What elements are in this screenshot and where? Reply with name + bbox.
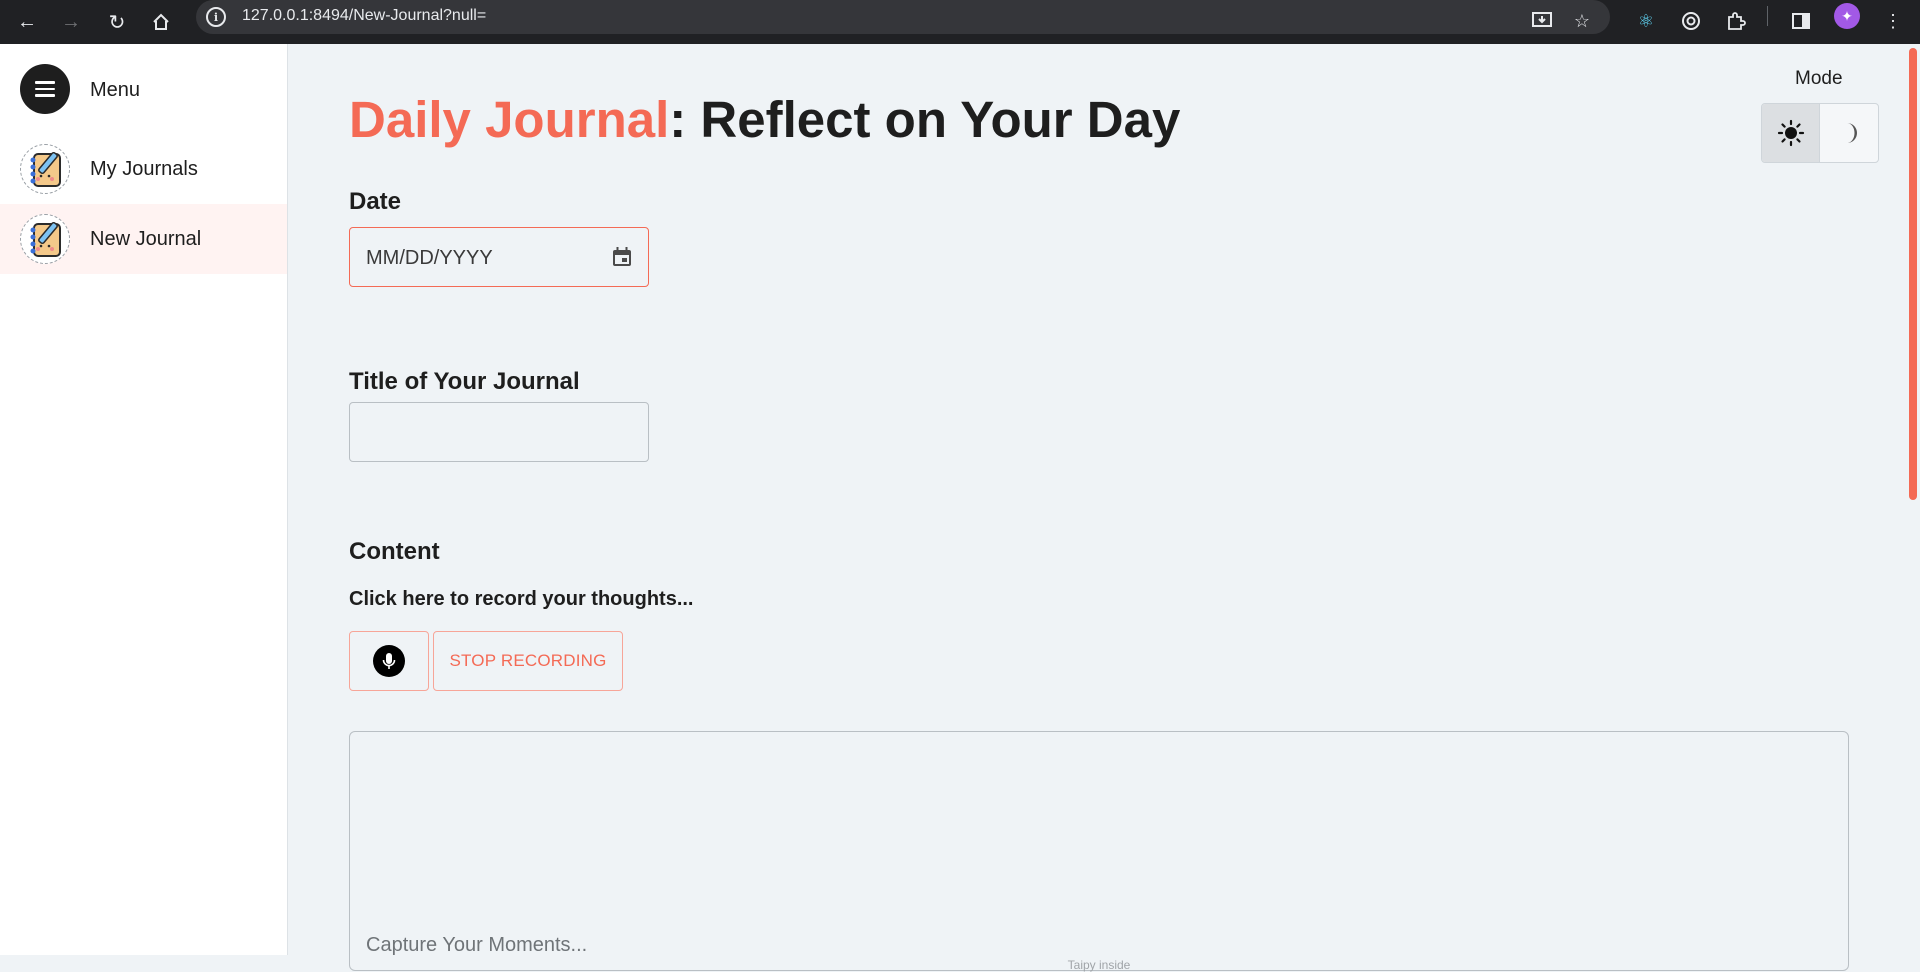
reload-icon[interactable]: ↻ bbox=[102, 7, 132, 37]
install-app-icon[interactable] bbox=[1528, 7, 1556, 35]
sidebar-item-new-journal[interactable]: New Journal bbox=[0, 204, 287, 274]
stop-recording-button[interactable]: STOP RECORDING bbox=[433, 631, 623, 691]
theme-mode-toggle[interactable] bbox=[1761, 103, 1879, 163]
site-info-icon[interactable]: i bbox=[206, 7, 226, 27]
main-content: Daily Journal: Reflect on Your Day Mode … bbox=[289, 44, 1906, 972]
date-placeholder: MM/DD/YYYY bbox=[366, 247, 493, 269]
mode-label: Mode bbox=[1795, 68, 1843, 89]
content-placeholder: Capture Your Moments... bbox=[366, 934, 588, 956]
journal-icon bbox=[20, 144, 70, 194]
extension-circle-icon[interactable] bbox=[1677, 7, 1705, 35]
record-hint-text[interactable]: Click here to record your thoughts... bbox=[349, 588, 694, 611]
address-bar[interactable]: i 127.0.0.1:8494/New-Journal?null= bbox=[196, 0, 1610, 34]
journal-icon bbox=[20, 214, 70, 264]
record-button[interactable] bbox=[349, 631, 429, 691]
scrollbar-thumb[interactable] bbox=[1909, 48, 1917, 500]
sidebar-menu-row[interactable]: Menu bbox=[0, 44, 287, 134]
journal-title-label: Title of Your Journal bbox=[349, 368, 580, 395]
sun-icon bbox=[1777, 119, 1804, 147]
date-label: Date bbox=[349, 188, 402, 215]
extensions-puzzle-icon[interactable] bbox=[1722, 7, 1750, 35]
content-label: Content bbox=[349, 538, 440, 565]
moon-icon bbox=[1847, 123, 1857, 143]
hamburger-menu-icon[interactable] bbox=[20, 64, 70, 114]
back-icon[interactable]: ← bbox=[12, 7, 42, 37]
sidebar-item-label: New Journal bbox=[90, 228, 202, 250]
home-icon[interactable] bbox=[146, 7, 176, 37]
forward-icon[interactable]: → bbox=[56, 7, 86, 37]
light-mode-button[interactable] bbox=[1762, 104, 1821, 162]
menu-label: Menu bbox=[90, 79, 141, 101]
powered-by-text: Taipy inside bbox=[1067, 958, 1131, 972]
side-panel-icon[interactable] bbox=[1787, 7, 1815, 35]
calendar-icon[interactable] bbox=[610, 245, 634, 269]
journal-content-textarea[interactable]: Capture Your Moments... Taipy inside bbox=[349, 731, 1849, 972]
react-devtools-icon[interactable]: ⚛ bbox=[1632, 7, 1660, 35]
page-scrollbar[interactable] bbox=[1906, 44, 1920, 955]
bookmark-star-icon[interactable]: ☆ bbox=[1568, 7, 1596, 35]
page-title-rest: : Reflect on Your Day bbox=[669, 91, 1181, 148]
toolbar-divider bbox=[1767, 6, 1768, 26]
page-title-accent: Daily Journal bbox=[349, 91, 670, 148]
sidebar-item-my-journals[interactable]: My Journals bbox=[0, 134, 287, 204]
sidebar: Menu My Journals New Journal bbox=[0, 44, 288, 955]
browser-menu-icon[interactable]: ⋮ bbox=[1879, 7, 1907, 35]
date-field[interactable]: MM/DD/YYYY bbox=[349, 227, 649, 287]
page-title: Daily Journal: Reflect on Your Day bbox=[349, 90, 1180, 149]
microphone-icon bbox=[373, 645, 405, 677]
dark-mode-button[interactable] bbox=[1820, 104, 1878, 162]
profile-avatar[interactable]: ✦ bbox=[1834, 3, 1860, 29]
url-text[interactable]: 127.0.0.1:8494/New-Journal?null= bbox=[242, 7, 486, 25]
browser-toolbar: ← → ↻ i 127.0.0.1:8494/New-Journal?null=… bbox=[0, 0, 1920, 44]
journal-title-input[interactable] bbox=[349, 402, 649, 462]
sidebar-item-label: My Journals bbox=[90, 158, 198, 180]
